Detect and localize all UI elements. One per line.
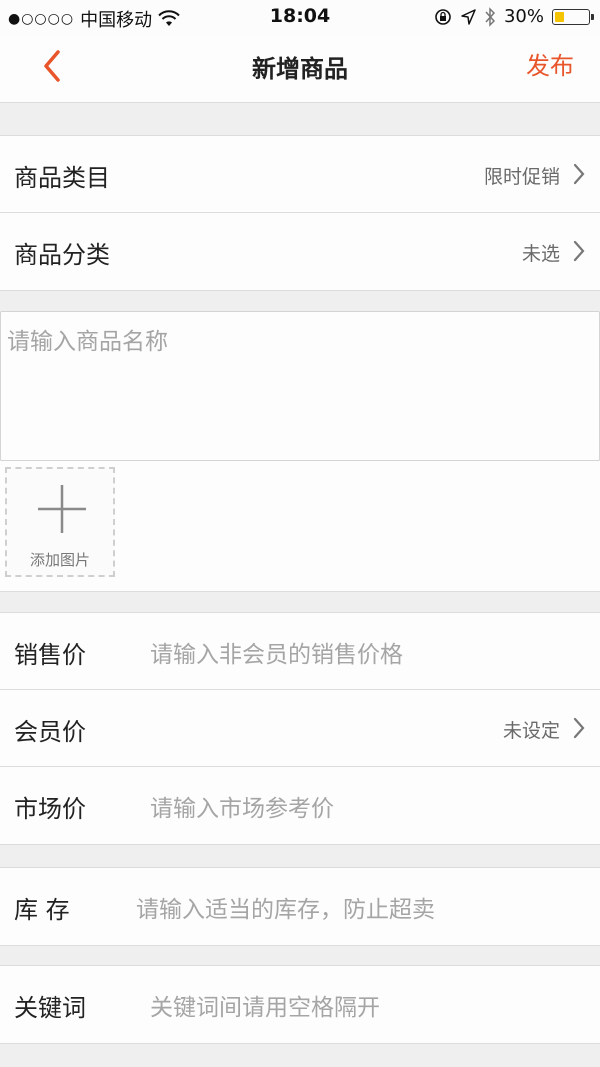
sale-price-label: 销售价	[14, 641, 86, 669]
battery-icon	[552, 8, 594, 25]
market-price-input[interactable]: 请输入市场参考价	[150, 789, 334, 823]
add-photo-label: 添加图片	[29, 551, 90, 569]
bluetooth-icon	[485, 6, 496, 27]
product-category-value: 限时促销	[483, 166, 560, 188]
member-price-row[interactable]: 会员价 未设定	[0, 690, 600, 767]
status-bar: ●○○○○ 中国移动 18:04 30%	[0, 0, 600, 36]
chevron-right-icon	[573, 717, 585, 739]
sale-price-input[interactable]: 请输入非会员的销售价格	[150, 635, 403, 669]
rotation-lock-icon	[435, 8, 451, 25]
market-price-row[interactable]: 市场价 请输入市场参考价	[0, 767, 600, 844]
member-price-label: 会员价	[14, 718, 86, 746]
product-classification-label: 商品分类	[14, 241, 110, 269]
battery-percent: 30%	[503, 6, 544, 27]
product-name-placeholder: 请输入商品名称	[7, 329, 168, 355]
battery-level	[555, 11, 564, 22]
category-group: 商品类目 限时促销 商品分类 未选	[0, 135, 600, 291]
product-category-label: 商品类目	[14, 164, 110, 192]
add-photo-button[interactable]: 添加图片	[5, 467, 115, 577]
page-title: 新增商品	[252, 55, 348, 83]
chevron-right-icon	[573, 163, 585, 185]
product-classification-row[interactable]: 商品分类 未选	[0, 213, 600, 290]
navigation-bar: 新增商品 发布	[0, 36, 600, 103]
product-name-input[interactable]: 请输入商品名称	[0, 311, 600, 461]
price-group: 销售价 请输入非会员的销售价格 会员价 未设定 市场价 请输入市场参考价	[0, 612, 600, 845]
stock-row[interactable]: 库 存 请输入适当的库存，防止超卖	[0, 868, 600, 945]
sale-price-row[interactable]: 销售价 请输入非会员的销售价格	[0, 613, 600, 690]
product-classification-value: 未选	[521, 243, 560, 265]
product-category-row[interactable]: 商品类目 限时促销	[0, 136, 600, 213]
status-right: 30%	[434, 6, 594, 27]
chevron-right-icon	[573, 240, 585, 262]
market-price-label: 市场价	[14, 795, 86, 823]
stock-input[interactable]: 请输入适当的库存，防止超卖	[136, 890, 435, 924]
plus-icon	[38, 485, 86, 533]
keywords-input[interactable]: 关键词间请用空格隔开	[150, 988, 380, 1022]
stock-group: 库 存 请输入适当的库存，防止超卖	[0, 867, 600, 946]
location-icon	[461, 8, 476, 25]
keywords-label: 关键词	[14, 994, 86, 1022]
member-price-value: 未设定	[502, 720, 560, 742]
keywords-group: 关键词 关键词间请用空格隔开	[0, 965, 600, 1044]
publish-button[interactable]: 发布	[526, 46, 574, 81]
keywords-row[interactable]: 关键词 关键词间请用空格隔开	[0, 966, 600, 1043]
stock-label: 库 存	[14, 896, 70, 924]
photo-area: 添加图片	[0, 461, 600, 592]
